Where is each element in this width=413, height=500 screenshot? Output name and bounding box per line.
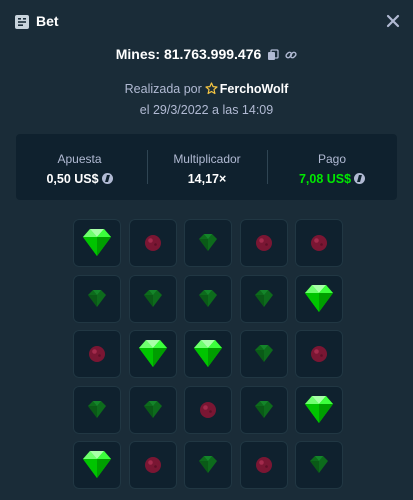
tile-gem-unrevealed[interactable]	[239, 274, 288, 323]
made-by-prefix: Realizada por	[124, 82, 202, 96]
stat-bet-label: Apuesta	[57, 152, 102, 166]
stat-payout-value-row: 7,08 US$	[267, 172, 397, 186]
tile-gem-unrevealed[interactable]	[239, 330, 288, 378]
stat-bet-value-row: 0,50 US$	[16, 172, 143, 186]
tile-gem-revealed[interactable]	[73, 219, 121, 267]
tile-gem-unrevealed[interactable]	[184, 274, 232, 323]
username-link[interactable]: FerchoWolf	[220, 82, 289, 96]
stat-bet-value: 0,50 US$	[46, 172, 99, 186]
tile-gem-unrevealed[interactable]	[184, 441, 232, 489]
tile-mine-unrevealed[interactable]	[295, 219, 343, 267]
litecoin-icon	[101, 173, 113, 184]
modal-title: Bet	[36, 13, 59, 29]
stat-payout-label: Pago	[317, 152, 347, 166]
tile-mine-unrevealed[interactable]	[239, 441, 288, 489]
stat-multiplier-value: 14,17×	[187, 172, 227, 186]
bet-id: Mines: 81.763.999.476	[115, 46, 262, 62]
modal-header: Bet	[0, 0, 413, 44]
tile-gem-unrevealed[interactable]	[295, 441, 343, 489]
tile-gem-unrevealed[interactable]	[73, 274, 121, 323]
tile-mine-unrevealed[interactable]	[73, 330, 121, 378]
tile-mine-unrevealed[interactable]	[295, 330, 343, 378]
tile-gem-unrevealed[interactable]	[128, 274, 177, 323]
tile-mine-unrevealed[interactable]	[184, 385, 232, 434]
bet-date: el 29/3/2022 a las 14:09	[139, 103, 274, 117]
stat-multiplier: Multiplicador 14,17×	[147, 134, 267, 200]
tile-gem-unrevealed[interactable]	[73, 385, 121, 434]
bet-slip-icon	[15, 15, 29, 29]
tile-gem-revealed[interactable]	[73, 441, 121, 489]
stat-payout: Pago 7,08 US$	[267, 134, 397, 200]
link-icon[interactable]	[285, 48, 297, 60]
stat-payout-value: 7,08 US$	[298, 172, 352, 186]
tile-mine-unrevealed[interactable]	[128, 219, 177, 267]
stat-multiplier-label: Multiplicador	[173, 152, 241, 166]
bet-stats-panel: Apuesta 0,50 US$ Multiplicador 14,17× Pa…	[16, 134, 397, 200]
tile-gem-unrevealed[interactable]	[128, 385, 177, 434]
tile-gem-revealed[interactable]	[295, 385, 343, 434]
tile-gem-revealed[interactable]	[128, 330, 177, 378]
tile-gem-unrevealed[interactable]	[239, 385, 288, 434]
tile-mine-unrevealed[interactable]	[128, 441, 177, 489]
stat-bet: Apuesta 0,50 US$	[16, 134, 143, 200]
copy-icon[interactable]	[267, 48, 279, 60]
tile-gem-revealed[interactable]	[184, 330, 232, 378]
tile-gem-unrevealed[interactable]	[184, 219, 232, 267]
made-by-line: Realizada por FerchoWolf	[0, 82, 413, 98]
close-icon[interactable]	[383, 11, 403, 31]
tile-gem-revealed[interactable]	[295, 274, 343, 323]
tile-mine-unrevealed[interactable]	[239, 219, 288, 267]
star-icon	[205, 82, 218, 98]
litecoin-icon	[354, 173, 366, 184]
bet-id-row: Mines: 81.763.999.476	[0, 46, 413, 66]
